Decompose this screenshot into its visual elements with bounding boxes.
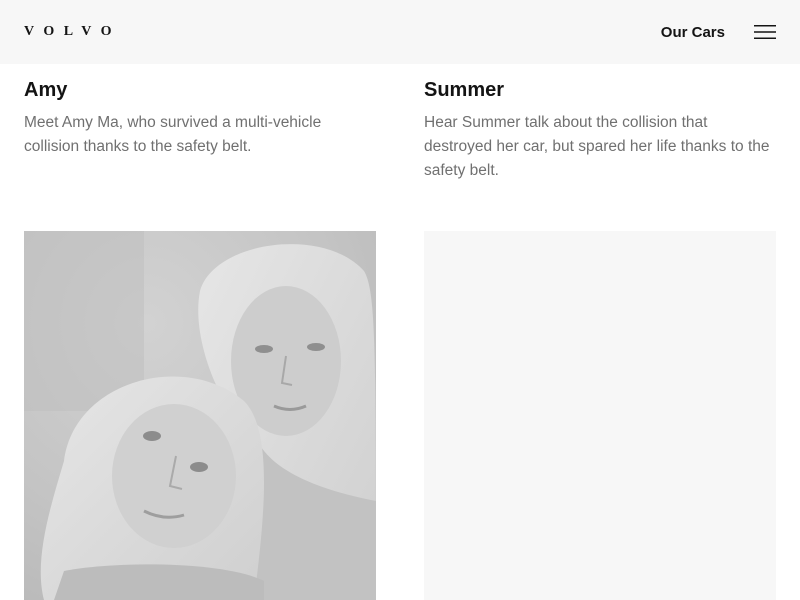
story-card-summer: Summer Hear Summer talk about the collis…: [424, 64, 776, 183]
story-media-summer-placeholder[interactable]: [424, 231, 776, 600]
our-cars-link[interactable]: Our Cars: [661, 25, 725, 40]
header-nav: Our Cars: [661, 23, 776, 41]
story-card-amy: Amy Meet Amy Ma, who survived a multi-ve…: [24, 64, 376, 159]
story-description: Hear Summer talk about the collision tha…: [424, 114, 770, 179]
hamburger-menu-icon[interactable]: [754, 23, 776, 41]
story-title: Amy: [24, 79, 68, 101]
story-description: Meet Amy Ma, who survived a multi-vehicl…: [24, 114, 322, 155]
story-photo-amy[interactable]: [24, 231, 376, 600]
portrait-photo: [24, 231, 376, 600]
volvo-logo[interactable]: VOLVO: [24, 25, 121, 39]
stories-grid: Amy Meet Amy Ma, who survived a multi-ve…: [0, 64, 800, 600]
site-header: VOLVO Our Cars: [0, 0, 800, 64]
story-title: Summer: [424, 79, 505, 101]
